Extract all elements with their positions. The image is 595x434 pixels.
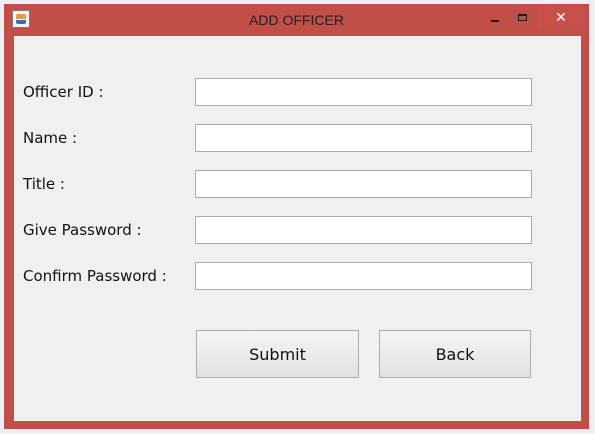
maximize-button[interactable] xyxy=(512,6,534,30)
title-input[interactable] xyxy=(195,170,532,198)
officer-id-label: Officer ID : xyxy=(23,83,104,101)
title-label: Title : xyxy=(23,175,65,193)
close-button[interactable]: ✕ xyxy=(538,6,584,30)
minimize-button[interactable] xyxy=(484,6,506,30)
close-icon: ✕ xyxy=(555,10,567,26)
title-bar[interactable]: ADD OFFICER ✕ xyxy=(4,4,589,36)
confirm-password-label: Confirm Password : xyxy=(23,267,167,285)
name-label: Name : xyxy=(23,129,78,147)
officer-id-input[interactable] xyxy=(195,78,532,106)
give-password-input[interactable] xyxy=(195,216,532,244)
form-panel: Officer ID : Name : Title : Give Passwor… xyxy=(14,36,581,421)
name-input[interactable] xyxy=(195,124,532,152)
give-password-label: Give Password : xyxy=(23,221,142,239)
confirm-password-input[interactable] xyxy=(195,262,532,290)
back-button[interactable]: Back xyxy=(379,330,531,378)
submit-button[interactable]: Submit xyxy=(196,330,359,378)
minimize-icon xyxy=(491,20,499,22)
add-officer-window: ADD OFFICER ✕ Officer ID : Name : Title … xyxy=(4,4,589,429)
maximize-icon xyxy=(518,14,527,21)
